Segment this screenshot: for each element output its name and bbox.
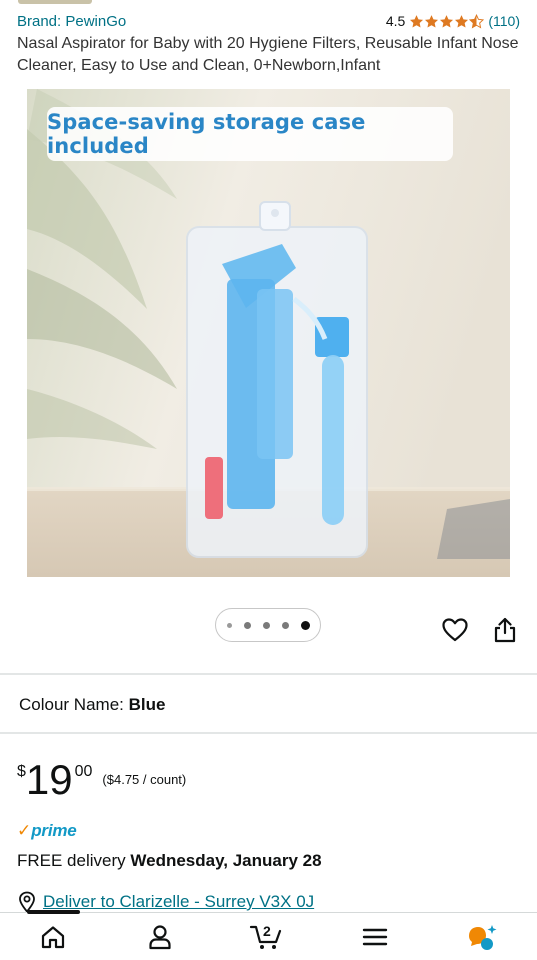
nav-menu[interactable] [345, 913, 405, 960]
nav-rufus[interactable] [452, 913, 512, 960]
prime-label: prime [31, 821, 77, 840]
pagination-dot[interactable] [226, 622, 232, 628]
product-title: Nasal Aspirator for Baby with 20 Hygiene… [17, 35, 519, 74]
star-icon [440, 14, 454, 27]
rating-summary[interactable]: 4.5 (110) [386, 13, 520, 29]
colour-value: Blue [128, 695, 166, 714]
bottom-navigation: 2 [0, 910, 537, 960]
prime-check-icon: ✓ [17, 821, 32, 840]
price-whole: 19 [25, 756, 73, 803]
image-pagination[interactable] [215, 608, 321, 642]
product-image[interactable]: Space-saving storage case included [27, 89, 510, 577]
delivery-date: Wednesday, January 28 [130, 851, 322, 870]
price-currency: $ [17, 763, 26, 780]
cart-count: 2 [263, 923, 271, 939]
share-icon [494, 617, 516, 643]
menu-icon [362, 928, 388, 946]
share-button[interactable] [490, 615, 520, 645]
star-icon [425, 14, 439, 27]
pagination-dot[interactable] [243, 621, 251, 629]
nav-home[interactable] [23, 913, 83, 960]
section-divider [0, 673, 537, 675]
star-icon [410, 14, 424, 27]
brand-rating-row: Brand: PewinGo 4.5 (110) [17, 10, 520, 32]
home-icon [41, 926, 65, 949]
nav-cart[interactable]: 2 [237, 913, 297, 960]
storage-case-photo [27, 89, 510, 577]
nav-account[interactable] [130, 913, 190, 960]
star-rating [409, 13, 485, 29]
deliver-to-text: Deliver to Clarizelle - Surrey V3X 0J [43, 892, 315, 911]
pagination-dot[interactable] [281, 621, 289, 629]
wishlist-button[interactable] [440, 615, 470, 645]
price: $ 19 00 ($4.75 / count) [17, 757, 186, 807]
star-icon [455, 14, 469, 27]
pagination-dot-active[interactable] [300, 620, 310, 630]
colour-selection: Colour Name: Blue [19, 695, 165, 715]
half-star-icon [469, 13, 485, 28]
review-count[interactable]: (110) [488, 13, 520, 29]
brand-link[interactable]: Brand: PewinGo [17, 13, 126, 30]
previous-image-sliver [18, 0, 98, 6]
delivery-info: FREE delivery Wednesday, January 28 [17, 851, 322, 871]
rufus-icon [469, 925, 497, 950]
heart-icon [442, 618, 468, 642]
image-caption-text: Space-saving storage case included [47, 110, 366, 158]
unit-price: ($4.75 / count) [102, 772, 187, 787]
rating-value: 4.5 [385, 13, 406, 29]
colour-label: Colour Name: [19, 695, 124, 714]
image-caption: Space-saving storage case included [47, 107, 453, 161]
price-fraction: 00 [74, 763, 93, 780]
account-icon [149, 925, 171, 950]
delivery-prefix: FREE delivery [17, 851, 126, 870]
prime-badge: ✓ prime [17, 822, 77, 840]
pagination-dot[interactable] [262, 621, 270, 629]
section-divider [0, 732, 537, 734]
